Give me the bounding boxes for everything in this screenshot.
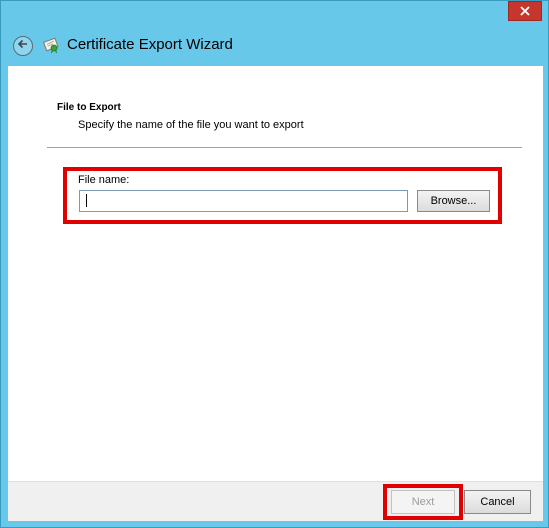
next-button[interactable]: Next	[391, 490, 455, 514]
file-name-label: File name:	[78, 174, 130, 186]
section-description: Specify the name of the file you want to…	[78, 119, 304, 131]
close-icon	[520, 6, 530, 16]
text-cursor	[86, 194, 87, 207]
title-bar: Certificate Export Wizard	[1, 27, 549, 65]
close-button[interactable]	[508, 1, 542, 21]
back-arrow-icon	[17, 37, 29, 55]
wizard-footer: Next Cancel	[8, 481, 543, 521]
section-title: File to Export	[57, 102, 121, 113]
cancel-button[interactable]: Cancel	[464, 490, 531, 514]
header-divider	[47, 147, 522, 148]
back-button[interactable]	[13, 36, 33, 56]
wizard-window: Certificate Export Wizard File to Export…	[0, 0, 549, 528]
wizard-content: File to Export Specify the name of the f…	[8, 66, 543, 481]
browse-button[interactable]: Browse...	[417, 190, 490, 212]
window-title: Certificate Export Wizard	[67, 36, 233, 53]
file-name-input[interactable]	[79, 190, 408, 212]
certificate-icon	[42, 36, 60, 54]
